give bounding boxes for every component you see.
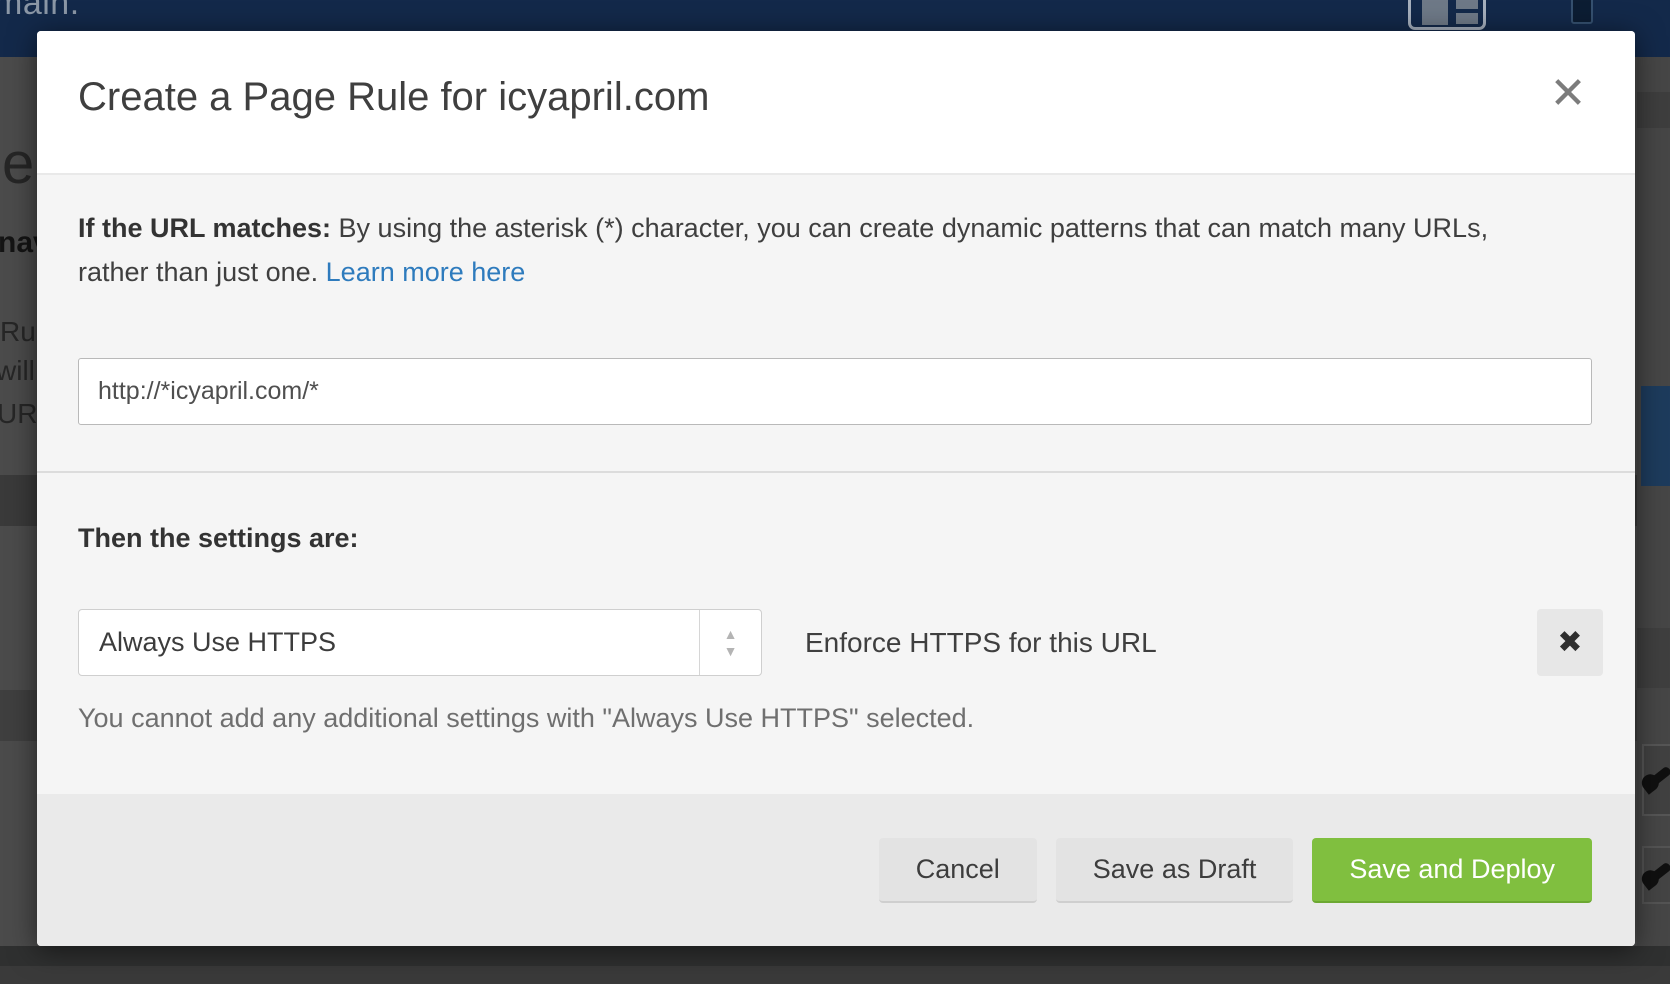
layout-icon-bar [1456,13,1478,24]
wrench-icon [1648,862,1670,884]
dimmed-blue-button-edge [1641,386,1670,486]
close-icon[interactable]: ✕ [1535,61,1601,127]
dimmed-edit-button [1642,846,1670,904]
modal-header: Create a Page Rule for icyapril.com ✕ [37,31,1635,175]
page-text-fragment: will [0,355,35,387]
modal-footer: Cancel Save as Draft Save and Deploy [37,794,1635,946]
chevron-up-icon: ▲ [724,627,738,641]
save-and-deploy-button[interactable]: Save and Deploy [1312,838,1592,903]
layout-icon-bar [1456,0,1478,9]
remove-setting-button[interactable]: ✖ [1537,609,1603,676]
dimmed-edit-button [1642,744,1670,816]
dimmed-page-bottom [0,946,1670,966]
dimmed-right-band [1637,628,1670,688]
chevron-down-icon: ▼ [724,644,738,658]
modal-title: Create a Page Rule for icyapril.com [78,75,709,120]
select-stepper-icon[interactable]: ▲ ▼ [699,610,761,675]
header-text-fragment: main. [0,0,80,23]
create-page-rule-modal: Create a Page Rule for icyapril.com ✕ If… [37,31,1635,946]
save-as-draft-button[interactable]: Save as Draft [1056,838,1294,903]
url-pattern-input[interactable] [78,358,1592,425]
layout-icon [1408,0,1486,30]
page-text-fragment: Ru [0,316,36,348]
page-heading-fragment: e [2,130,34,197]
setting-description: Enforce HTTPS for this URL [805,609,1157,676]
layout-icon-square [1422,0,1448,25]
setting-select-value: Always Use HTTPS [99,610,336,675]
section-divider [37,471,1635,473]
settings-heading: Then the settings are: [78,523,359,554]
cancel-button[interactable]: Cancel [879,838,1037,903]
dimmed-right-band [1637,92,1670,128]
wrench-icon [1648,766,1670,788]
learn-more-link[interactable]: Learn more here [326,257,526,287]
page-text-fragment: UR [0,398,37,430]
url-match-description: If the URL matches: By using the asteris… [78,206,1528,294]
dimmed-right-edge [1637,57,1670,984]
setting-note: You cannot add any additional settings w… [78,703,974,734]
dimmed-page-bottom [0,966,1670,984]
header-icon-fragment [1571,0,1593,24]
url-match-label: If the URL matches: [78,213,331,243]
setting-select-dropdown[interactable]: Always Use HTTPS ▲ ▼ [78,609,762,676]
